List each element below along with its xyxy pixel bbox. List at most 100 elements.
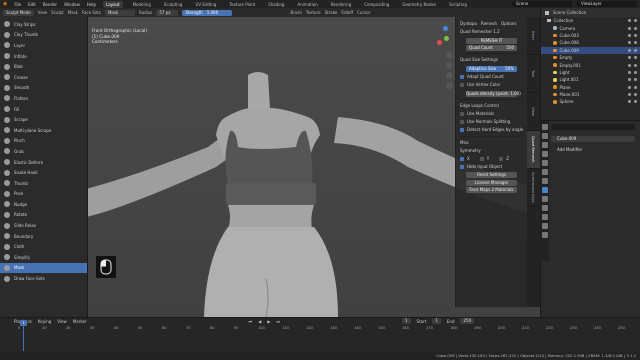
face-maps-materials-button[interactable]: Face Maps 2 Materials	[466, 187, 517, 193]
physics-tab-icon[interactable]	[541, 205, 548, 211]
workspace-tab-layout[interactable]: Layout	[102, 0, 123, 8]
workspace-tab-geometry-nodes[interactable]: Geometry Nodes	[399, 1, 439, 8]
outliner-item[interactable]: Plane.001	[541, 91, 640, 98]
brush-item[interactable]: Pose	[0, 189, 87, 200]
header-menu-sculpt[interactable]: Sculpt	[51, 10, 64, 15]
output-tab-icon[interactable]	[541, 142, 548, 148]
eye-icon[interactable]	[628, 63, 631, 67]
workspace-tab-uv-editing[interactable]: UV Editing	[192, 1, 219, 8]
reset-settings-button[interactable]: Reset Settings	[466, 172, 517, 178]
header-menu-texture[interactable]: Texture	[306, 10, 321, 15]
view-layer-selector[interactable]: ViewLayer	[577, 1, 637, 7]
workspace-tab-rendering[interactable]: Rendering	[328, 1, 354, 8]
brush-item[interactable]: Inflate	[0, 51, 87, 62]
menu-render[interactable]: Render	[43, 2, 57, 7]
brush-item[interactable]: Simplify	[0, 252, 87, 263]
adapt-quad-count-checkbox[interactable]: Adapt Quad Count	[460, 73, 523, 81]
brush-item[interactable]: Multi-plane Scrape	[0, 125, 87, 136]
gizmo-z-icon[interactable]	[443, 26, 448, 31]
workspace-tab-texture-paint[interactable]: Texture Paint	[226, 1, 258, 8]
menu-file[interactable]: File	[14, 2, 21, 7]
brush-item[interactable]: Smooth	[0, 83, 87, 94]
workspace-tab-shading[interactable]: Shading	[265, 1, 287, 8]
start-frame-field[interactable]: 1	[432, 318, 441, 324]
brush-item[interactable]: Grab	[0, 146, 87, 157]
play-reverse-icon[interactable]: ◀	[258, 319, 261, 324]
options-dropdown[interactable]: Options	[501, 20, 516, 28]
constraints-tab-icon[interactable]	[541, 214, 548, 220]
render-tab-icon[interactable]	[541, 133, 548, 139]
remesh-it-button[interactable]: REMESH IT	[466, 37, 517, 44]
camera-render-icon[interactable]	[634, 63, 637, 67]
quad-remesher-title[interactable]: Quad Remesher 1.2	[460, 28, 523, 36]
brush-item[interactable]: Clay Thumb	[0, 30, 87, 41]
header-menu-falloff[interactable]: Falloff	[341, 10, 353, 15]
header-menu-stroke[interactable]: Stroke	[325, 10, 338, 15]
workspace-tab-animation[interactable]: Animation	[294, 1, 320, 8]
brush-item[interactable]: Nudge	[0, 199, 87, 210]
quads-density-button[interactable]: Quads density (paint: 1.00)	[466, 90, 521, 97]
outliner-item[interactable]: Empty	[541, 54, 640, 61]
eye-icon[interactable]	[628, 33, 631, 37]
adaptive-size-slider[interactable]: Adaptive Size 50%	[466, 65, 517, 72]
eye-icon[interactable]	[628, 41, 631, 45]
pan-hand-icon[interactable]	[446, 62, 453, 69]
properties-search-input[interactable]	[551, 124, 635, 130]
brush-item[interactable]: Flatten	[0, 93, 87, 104]
outliner-item[interactable]: Sphere	[541, 98, 640, 105]
use-vertex-color-checkbox[interactable]: Use Vertex Color	[460, 81, 523, 89]
play-icon[interactable]: ▶	[267, 319, 270, 324]
scene-collection-label[interactable]: Scene Collection	[553, 10, 586, 15]
menu-window[interactable]: Window	[64, 2, 80, 7]
end-frame-field[interactable]: 250	[460, 318, 475, 324]
playhead-marker[interactable]: 1	[20, 320, 27, 326]
current-frame-field[interactable]: 1	[402, 318, 411, 324]
zoom-icon[interactable]	[446, 52, 453, 59]
menu-help[interactable]: Help	[87, 2, 96, 7]
camera-render-icon[interactable]	[634, 100, 637, 104]
brush-item[interactable]: Clay Strips	[0, 19, 87, 30]
outliner-item[interactable]: Light.001	[541, 76, 640, 83]
menu-edit[interactable]: Edit	[28, 2, 36, 7]
object-name-field[interactable]: Cube.009	[551, 136, 635, 142]
brush-item[interactable]: Thumb	[0, 178, 87, 189]
eye-icon[interactable]	[628, 48, 631, 52]
outliner-item[interactable]: Light	[541, 69, 640, 76]
hide-input-object-checkbox[interactable]: Hide Input Object	[460, 163, 523, 171]
material-tab-icon[interactable]	[541, 232, 548, 238]
tab-tool[interactable]: Tool	[527, 55, 540, 93]
object-tab-icon[interactable]	[541, 178, 548, 184]
camera-render-icon[interactable]	[634, 48, 637, 52]
brush-item[interactable]: Cloth	[0, 241, 87, 252]
brush-item[interactable]: Mask	[0, 262, 87, 274]
brush-item[interactable]: Crease	[0, 72, 87, 83]
scene-selector[interactable]: Scene	[512, 1, 572, 7]
timeline-menu-view[interactable]: View	[57, 319, 67, 324]
header-menu-cursor[interactable]: Cursor	[357, 10, 370, 15]
brush-item[interactable]: Scrape	[0, 114, 87, 125]
brush-item[interactable]: Snake Hook	[0, 167, 87, 178]
use-materials-checkbox[interactable]: Use Materials	[460, 110, 523, 118]
outliner-item[interactable]: Camera	[541, 24, 640, 31]
eye-icon[interactable]	[628, 70, 631, 74]
workspace-tab-sculpting[interactable]: Sculpting	[161, 1, 186, 8]
camera-render-icon[interactable]	[634, 19, 637, 23]
detect-hard-edges-checkbox[interactable]: Detect Hard Edges by angle	[460, 126, 523, 134]
eye-icon[interactable]	[628, 56, 631, 60]
camera-render-icon[interactable]	[634, 78, 637, 82]
scene-tab-icon[interactable]	[541, 160, 548, 166]
symmetry-x-checkbox[interactable]: X	[460, 155, 470, 163]
eye-icon[interactable]	[628, 78, 631, 82]
outliner-item[interactable]: Cube.009	[541, 46, 640, 54]
outliner-item[interactable]: Cube.003	[541, 32, 640, 39]
tab-item[interactable]: Item	[527, 17, 540, 55]
brush-item[interactable]: Rotate	[0, 210, 87, 221]
timeline-menu-keying[interactable]: Keying	[38, 319, 51, 324]
blender-logo-icon[interactable]: ◉	[3, 1, 7, 7]
particles-tab-icon[interactable]	[541, 196, 548, 202]
use-normals-checkbox[interactable]: Use Normals Splitting	[460, 118, 523, 126]
remesh-dropdown[interactable]: Remesh	[481, 20, 497, 28]
camera-render-icon[interactable]	[634, 70, 637, 74]
tab-quad-remesh[interactable]: Quad Remesh	[527, 131, 540, 169]
brush-item[interactable]: Blob	[0, 61, 87, 72]
